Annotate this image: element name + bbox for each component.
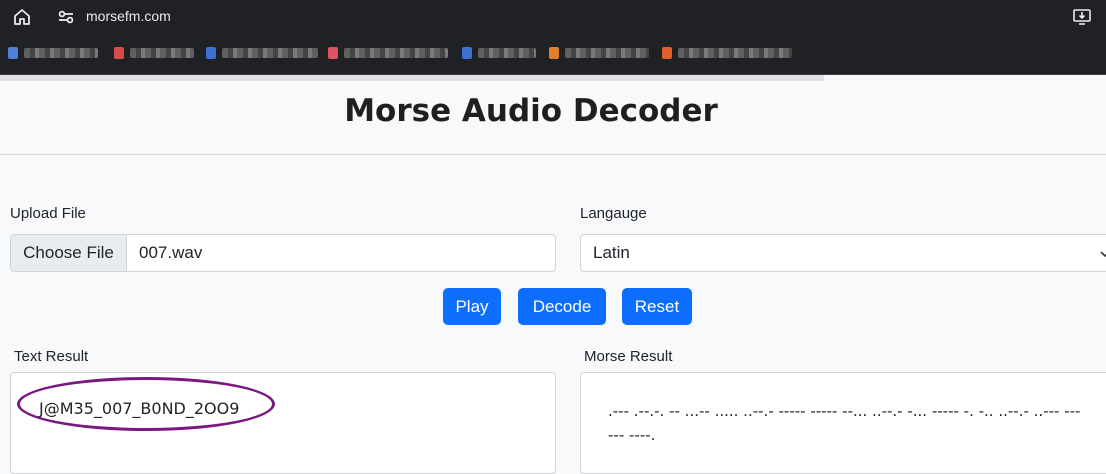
- page-title: Morse Audio Decoder: [344, 93, 718, 129]
- text-result-label: Text Result: [14, 348, 89, 365]
- bookmark-favicon-icon: [549, 47, 559, 59]
- page-content: Morse Audio Decoder Upload File Choose F…: [0, 81, 1106, 474]
- home-icon[interactable]: [10, 5, 34, 29]
- language-selected-value: Latin: [593, 243, 630, 262]
- chevron-down-icon: [1099, 247, 1106, 259]
- bookmark-favicon-icon: [328, 47, 338, 59]
- language-label: Langauge: [580, 205, 647, 222]
- decode-button[interactable]: Decode: [518, 288, 606, 325]
- morse-result-box[interactable]: .--- .--.-. -- ...-- ..... ..--.- ----- …: [580, 372, 1106, 474]
- bookmark-favicon-icon: [206, 47, 216, 59]
- morse-result-value: .--- .--.-. -- ...-- ..... ..--.- ----- …: [608, 402, 1081, 444]
- text-result-box[interactable]: J@M35_007_B0ND_2OO9: [10, 372, 556, 474]
- header-divider: [0, 154, 1106, 155]
- choose-file-button[interactable]: Choose File: [11, 235, 127, 271]
- site-settings-icon[interactable]: [54, 5, 78, 29]
- address-bar-url[interactable]: morsefm.com: [86, 8, 171, 24]
- bookmark-favicon-icon: [114, 47, 124, 59]
- play-button[interactable]: Play: [443, 288, 501, 325]
- language-select[interactable]: Latin: [580, 234, 1106, 272]
- bookmarks-bar: [0, 33, 1106, 75]
- bookmark-favicon-icon: [462, 47, 472, 59]
- text-result-value: J@M35_007_B0ND_2OO9: [39, 399, 240, 418]
- bookmark-favicon-icon: [8, 47, 18, 59]
- install-app-icon[interactable]: [1070, 5, 1094, 29]
- file-upload-input[interactable]: Choose File 007.wav: [10, 234, 556, 272]
- selected-file-name: 007.wav: [139, 243, 203, 262]
- reset-button[interactable]: Reset: [622, 288, 692, 325]
- upload-file-label: Upload File: [10, 205, 86, 222]
- morse-result-label: Morse Result: [584, 348, 673, 365]
- bookmark-favicon-icon: [662, 47, 672, 59]
- browser-toolbar: morsefm.com: [0, 0, 1106, 33]
